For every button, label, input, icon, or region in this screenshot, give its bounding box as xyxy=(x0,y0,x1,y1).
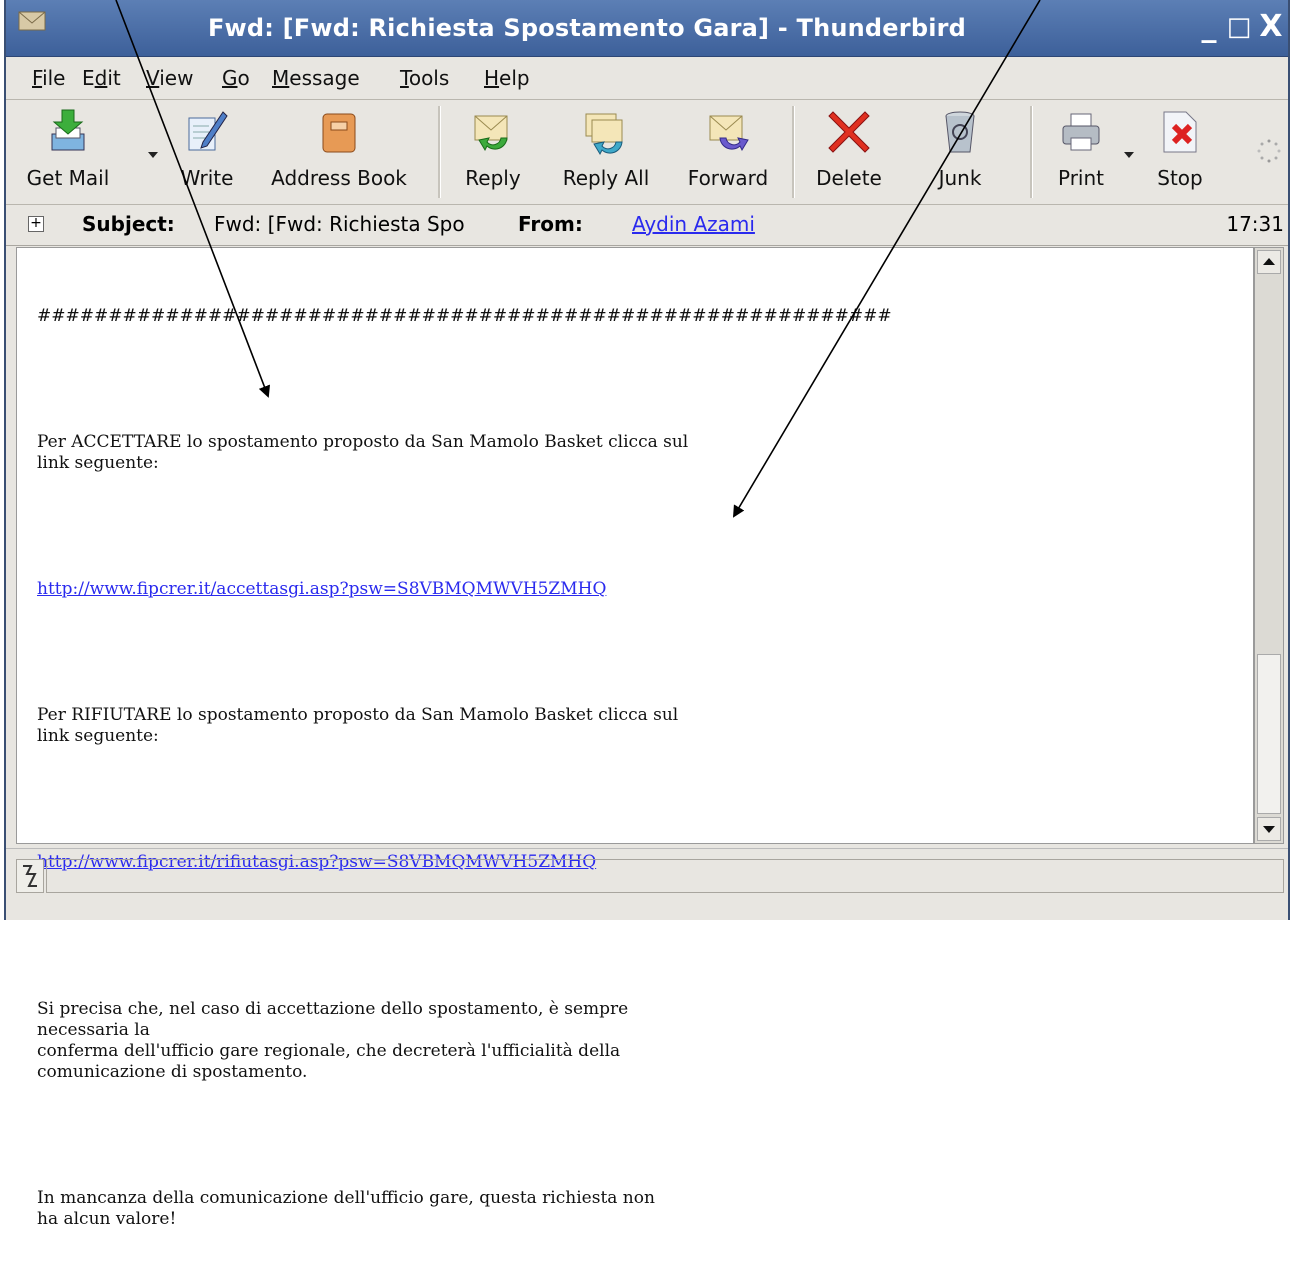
menu-help[interactable]: Help xyxy=(484,66,530,90)
write-icon xyxy=(188,111,228,151)
message-header: + Subject: Fwd: [Fwd: Richiesta Spo From… xyxy=(6,205,1288,246)
connection-plug-icon xyxy=(23,865,37,887)
toolbar-separator xyxy=(438,106,441,198)
close-button[interactable]: X xyxy=(1256,12,1286,44)
junk-button[interactable]: Junk xyxy=(922,100,998,204)
throbber-icon xyxy=(1257,139,1281,163)
reply-button[interactable]: Reply xyxy=(452,100,534,204)
get-mail-dropdown[interactable] xyxy=(148,152,158,158)
scrollbar-thumb[interactable] xyxy=(1257,654,1281,814)
delete-icon xyxy=(828,111,870,153)
thunderbird-window: Fwd: [Fwd: Richiesta Spostamento Gara] -… xyxy=(4,0,1290,1229)
address-book-icon xyxy=(322,113,356,153)
title-bar[interactable]: Fwd: [Fwd: Richiesta Spostamento Gara] -… xyxy=(6,0,1288,57)
toolbar-separator xyxy=(792,106,795,198)
get-mail-icon xyxy=(51,109,85,151)
message-body-pane[interactable]: ########################################… xyxy=(16,247,1254,1229)
stop-icon xyxy=(1163,111,1197,153)
scroll-up-button[interactable] xyxy=(1257,250,1281,274)
menu-go[interactable]: Go xyxy=(222,66,250,90)
reply-all-button[interactable]: Reply All xyxy=(544,100,668,204)
delete-button[interactable]: Delete xyxy=(806,100,892,204)
vertical-scrollbar[interactable] xyxy=(1254,247,1284,844)
note-text: Si precisa che, nel caso di accettazione… xyxy=(37,999,629,1082)
print-icon xyxy=(1062,113,1100,151)
subject-value: Fwd: [Fwd: Richiesta Spo xyxy=(214,212,465,236)
online-status-icon[interactable] xyxy=(16,859,44,893)
write-button[interactable]: Write xyxy=(174,100,240,204)
accept-text: Per ACCETTARE lo spostamento proposto da… xyxy=(37,432,689,473)
reply-all-icon xyxy=(585,113,623,156)
message-time: 17:31 xyxy=(1226,212,1284,236)
print-button[interactable]: Print xyxy=(1044,100,1118,204)
reject-text: Per RIFIUTARE lo spostamento proposto da… xyxy=(37,705,679,746)
status-text-area xyxy=(46,859,1284,893)
forward-icon xyxy=(709,115,749,152)
subject-label: Subject: xyxy=(82,212,175,236)
warning-text: In mancanza della comunicazione dell'uff… xyxy=(37,1188,655,1229)
window-title: Fwd: [Fwd: Richiesta Spostamento Gara] -… xyxy=(207,14,967,42)
from-sender-link[interactable]: Aydin Azami xyxy=(632,212,755,236)
reply-icon xyxy=(474,115,508,152)
stop-button[interactable]: Stop xyxy=(1148,100,1212,204)
junk-icon xyxy=(945,111,975,153)
address-book-button[interactable]: Address Book xyxy=(250,100,428,204)
accept-link[interactable]: http://www.fipcrer.it/accettasgi.asp?psw… xyxy=(37,579,892,600)
arrow-up-icon xyxy=(1263,258,1275,265)
menu-file[interactable]: File xyxy=(32,66,65,90)
arrow-down-icon xyxy=(1263,826,1275,833)
menu-edit[interactable]: Edit xyxy=(82,66,121,90)
main-toolbar: Get Mail Write Address Book Reply Reply … xyxy=(6,100,1288,205)
minimize-button[interactable]: _ xyxy=(1194,12,1224,44)
separator-hashes: ########################################… xyxy=(37,306,892,326)
status-bar xyxy=(6,848,1288,921)
from-label: From: xyxy=(518,212,583,236)
print-dropdown[interactable] xyxy=(1124,152,1134,158)
message-body: ########################################… xyxy=(37,264,892,1272)
forward-button[interactable]: Forward xyxy=(674,100,782,204)
menu-tools[interactable]: Tools xyxy=(400,66,449,90)
maximize-button[interactable]: □ xyxy=(1224,12,1254,44)
expand-header-toggle[interactable]: + xyxy=(28,216,44,232)
menu-bar: File Edit View Go Message Tools Help xyxy=(6,57,1288,100)
toolbar-separator xyxy=(1030,106,1033,198)
menu-message[interactable]: Message xyxy=(272,66,360,90)
scroll-down-button[interactable] xyxy=(1257,817,1281,841)
get-mail-button[interactable]: Get Mail xyxy=(18,100,118,204)
menu-view[interactable]: View xyxy=(146,66,193,90)
